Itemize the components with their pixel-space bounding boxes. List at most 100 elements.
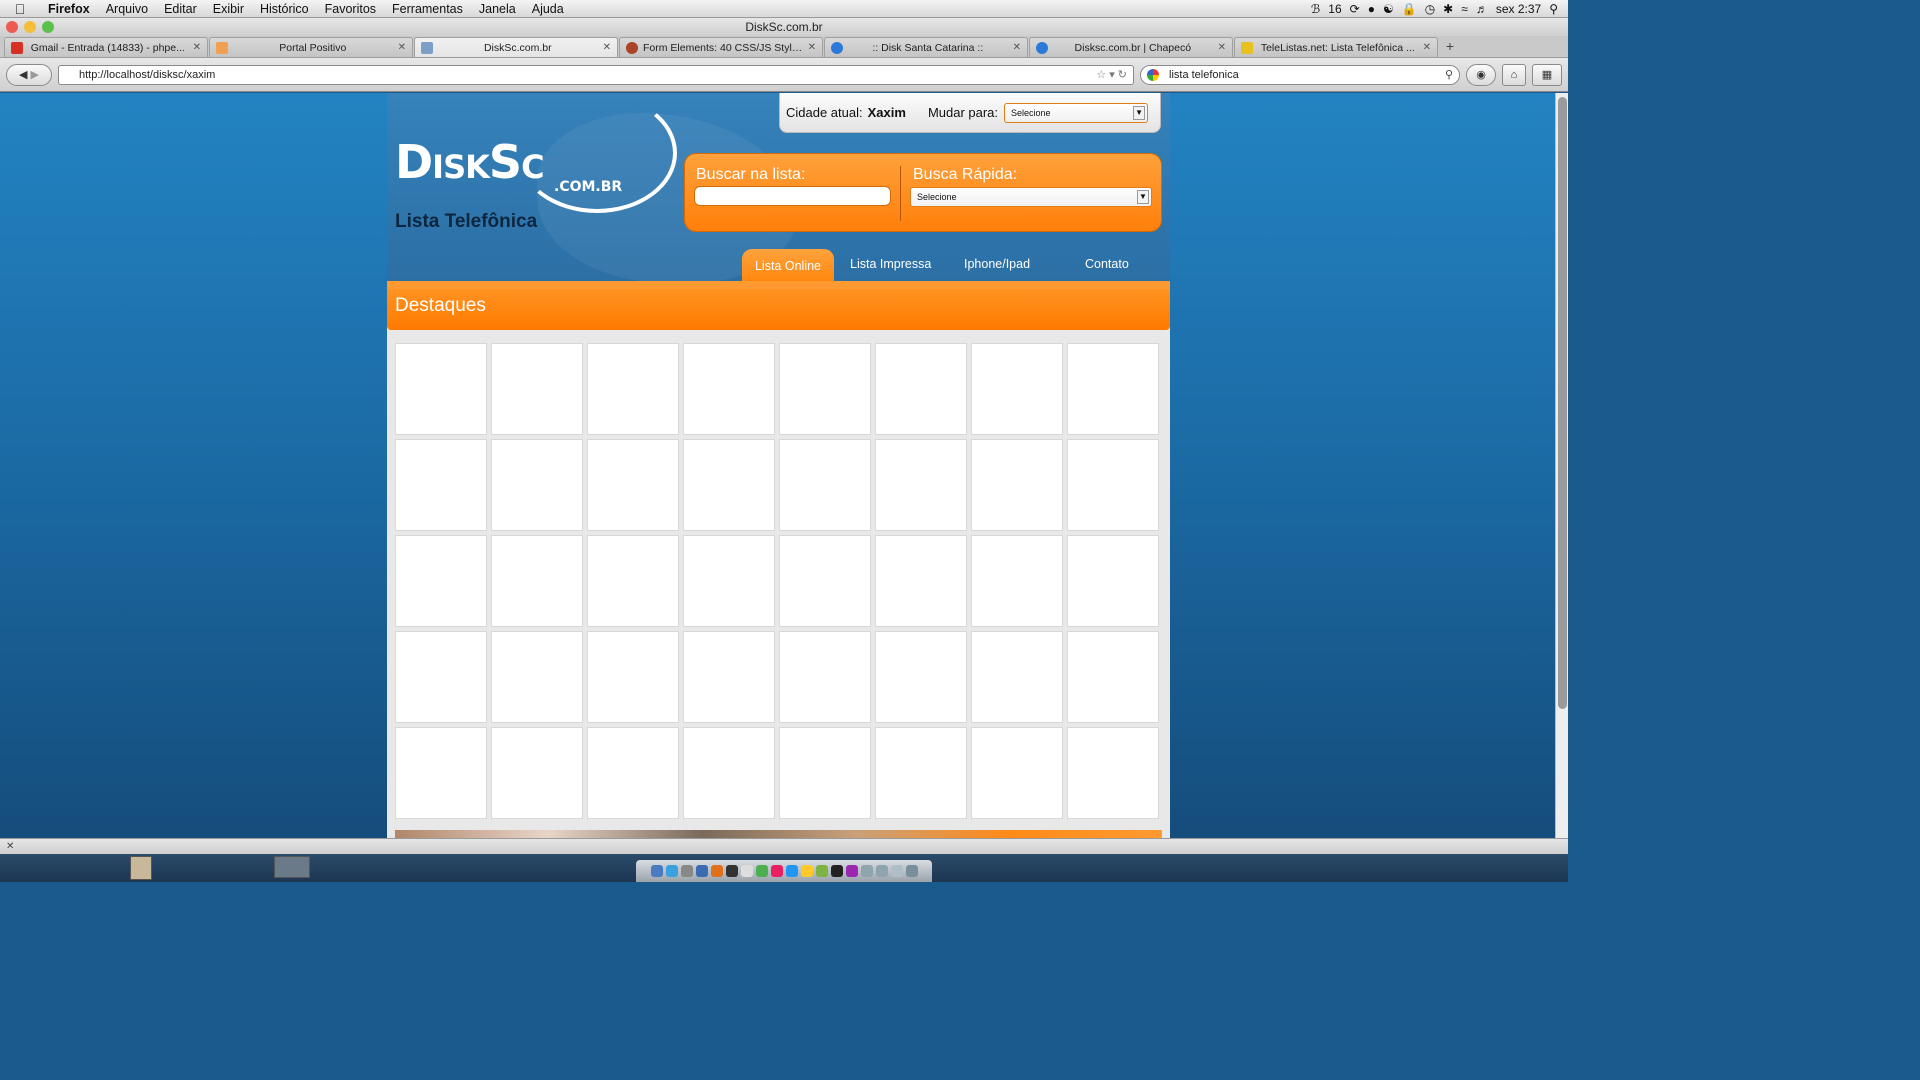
minimize-window-icon[interactable] bbox=[24, 21, 36, 33]
skype-dock-icon[interactable] bbox=[785, 865, 798, 877]
destaque-slot[interactable] bbox=[395, 535, 487, 627]
close-tab-icon[interactable]: ✕ bbox=[808, 42, 816, 53]
menu-ferramentas[interactable]: Ferramentas bbox=[384, 2, 471, 16]
destaque-slot[interactable] bbox=[1067, 535, 1159, 627]
tab-portal-positivo[interactable]: Portal Positivo ✕ bbox=[209, 37, 413, 57]
close-tab-icon[interactable]: ✕ bbox=[1218, 42, 1226, 53]
page-scrollbar[interactable] bbox=[1555, 93, 1568, 838]
destaque-slot[interactable] bbox=[779, 439, 871, 531]
clock[interactable]: sex 2:37 bbox=[1496, 2, 1541, 16]
destaque-slot[interactable] bbox=[491, 535, 583, 627]
destaque-slot[interactable] bbox=[875, 631, 967, 723]
destaque-slot[interactable] bbox=[395, 439, 487, 531]
zoom-window-icon[interactable] bbox=[42, 21, 54, 33]
tab-gmail[interactable]: Gmail - Entrada (14833) - phpe... ✕ bbox=[4, 37, 208, 57]
folder-icon[interactable] bbox=[860, 865, 873, 877]
google-icon[interactable] bbox=[1147, 68, 1159, 81]
forward-arrow-icon[interactable]: ▶ bbox=[31, 68, 39, 81]
home-button[interactable]: ⌂ bbox=[1502, 63, 1526, 86]
nav-lista-online[interactable]: Lista Online bbox=[742, 249, 834, 281]
destaque-slot[interactable] bbox=[683, 535, 775, 627]
history-dropdown-icon[interactable]: ▾ bbox=[1109, 69, 1115, 81]
destaque-slot[interactable] bbox=[491, 343, 583, 435]
app-icon[interactable] bbox=[770, 865, 783, 877]
close-tab-icon[interactable]: ✕ bbox=[603, 42, 611, 53]
bluetooth-icon[interactable]: ✱ bbox=[1443, 2, 1453, 16]
search-text[interactable]: lista telefonica bbox=[1169, 69, 1239, 81]
destaque-slot[interactable] bbox=[875, 727, 967, 819]
desktop-file-thumbnail[interactable] bbox=[130, 856, 152, 880]
logo-disksc[interactable]: DiskSc bbox=[395, 135, 545, 189]
destaque-slot[interactable] bbox=[683, 343, 775, 435]
destaque-slot[interactable] bbox=[779, 535, 871, 627]
destaque-slot[interactable] bbox=[587, 439, 679, 531]
search-icon[interactable]: ⚲ bbox=[1445, 66, 1453, 84]
menu-janela[interactable]: Janela bbox=[471, 2, 524, 16]
menu-favoritos[interactable]: Favoritos bbox=[317, 2, 384, 16]
close-window-icon[interactable] bbox=[6, 21, 18, 33]
accessibility-icon[interactable]: ☯ bbox=[1383, 2, 1394, 16]
destaque-slot[interactable] bbox=[971, 727, 1063, 819]
firefox-icon[interactable] bbox=[710, 865, 723, 877]
safari-icon[interactable] bbox=[665, 865, 678, 877]
terminal-icon[interactable] bbox=[830, 865, 843, 877]
app-icon[interactable] bbox=[725, 865, 738, 877]
app-icon[interactable] bbox=[845, 865, 858, 877]
destaque-slot[interactable] bbox=[1067, 631, 1159, 723]
scrollbar-thumb[interactable] bbox=[1558, 97, 1567, 709]
destaque-slot[interactable] bbox=[587, 631, 679, 723]
menu-historico[interactable]: Histórico bbox=[252, 2, 317, 16]
destaque-slot[interactable] bbox=[491, 727, 583, 819]
tab-disksc-chapeco[interactable]: Disksc.com.br | Chapecó ✕ bbox=[1029, 37, 1233, 57]
url-text[interactable]: http://localhost/disksc/xaxim bbox=[79, 69, 215, 81]
downloads-icon[interactable] bbox=[890, 865, 903, 877]
back-forward-buttons[interactable]: ◀ ▶ bbox=[6, 63, 52, 86]
skype-icon[interactable]: ● bbox=[1368, 2, 1375, 16]
mail-icon[interactable] bbox=[680, 865, 693, 877]
close-tab-icon[interactable]: ✕ bbox=[398, 42, 406, 53]
tab-form-elements[interactable]: Form Elements: 40 CSS/JS Stylin... ✕ bbox=[619, 37, 823, 57]
new-tab-button[interactable]: + bbox=[1439, 37, 1461, 57]
tab-telelistas[interactable]: TeleListas.net: Lista Telefônica ... ✕ bbox=[1234, 37, 1438, 57]
app-icon[interactable] bbox=[815, 865, 828, 877]
destaque-slot[interactable] bbox=[683, 439, 775, 531]
search-list-input[interactable] bbox=[694, 186, 891, 206]
menu-ajuda[interactable]: Ajuda bbox=[524, 2, 572, 16]
menu-app-firefox[interactable]: Firefox bbox=[40, 2, 98, 16]
close-tab-icon[interactable]: ✕ bbox=[193, 42, 201, 53]
destaque-slot[interactable] bbox=[779, 343, 871, 435]
spotlight-search-icon[interactable]: ⚲ bbox=[1549, 2, 1558, 16]
change-city-select[interactable]: Selecione ▼ bbox=[1004, 102, 1149, 123]
folder-icon[interactable] bbox=[875, 865, 888, 877]
app-icon[interactable] bbox=[800, 865, 813, 877]
nav-iphone-ipad[interactable]: Iphone/Ipad bbox=[964, 257, 1030, 271]
search-bar[interactable]: lista telefonica ⚲ bbox=[1140, 64, 1460, 85]
nav-contato[interactable]: Contato bbox=[1085, 257, 1129, 271]
menu-arquivo[interactable]: Arquivo bbox=[98, 2, 156, 16]
reload-icon[interactable]: ↻ bbox=[1118, 69, 1127, 81]
destaque-slot[interactable] bbox=[491, 631, 583, 723]
destaque-slot[interactable] bbox=[875, 535, 967, 627]
close-tab-icon[interactable]: ✕ bbox=[1013, 42, 1021, 53]
desktop-image-thumbnail[interactable] bbox=[274, 856, 310, 878]
finder-icon[interactable] bbox=[650, 865, 663, 877]
wifi-icon[interactable]: ≈ bbox=[1461, 2, 1468, 16]
menu-exibir[interactable]: Exibir bbox=[205, 2, 252, 16]
destaque-slot[interactable] bbox=[395, 343, 487, 435]
destaque-slot[interactable] bbox=[491, 439, 583, 531]
app-store-icon[interactable] bbox=[695, 865, 708, 877]
quick-search-select[interactable]: Selecione ▼ bbox=[910, 187, 1152, 207]
destaque-slot[interactable] bbox=[1067, 439, 1159, 531]
destaque-slot[interactable] bbox=[875, 343, 967, 435]
close-tab-icon[interactable]: ✕ bbox=[1423, 42, 1431, 53]
back-arrow-icon[interactable]: ◀ bbox=[19, 68, 27, 81]
addon-button[interactable]: ◉ bbox=[1466, 63, 1496, 86]
nav-lista-impressa[interactable]: Lista Impressa bbox=[850, 257, 931, 271]
tab-disk-santa-catarina[interactable]: :: Disk Santa Catarina :: ✕ bbox=[824, 37, 1028, 57]
adobe-icon[interactable]: ℬ bbox=[1311, 2, 1320, 16]
destaque-slot[interactable] bbox=[683, 727, 775, 819]
bottom-banner[interactable] bbox=[395, 830, 1162, 838]
destaque-slot[interactable] bbox=[1067, 727, 1159, 819]
destaque-slot[interactable] bbox=[395, 631, 487, 723]
destaque-slot[interactable] bbox=[875, 439, 967, 531]
